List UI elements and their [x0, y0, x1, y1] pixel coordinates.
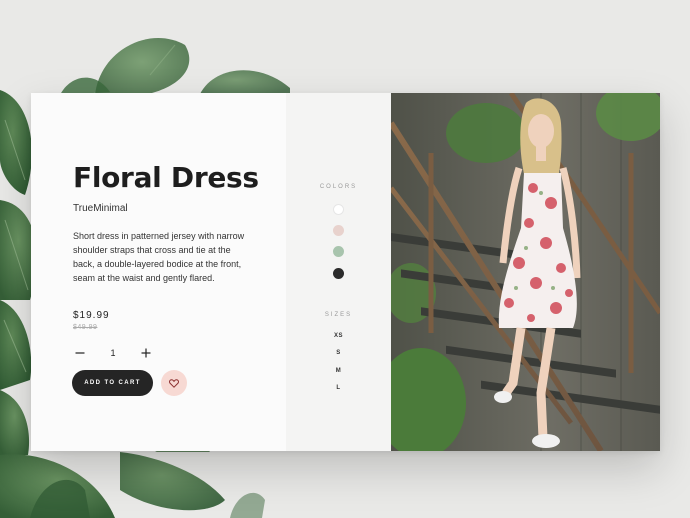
- heart-icon: [169, 378, 179, 388]
- product-description: Short dress in patterned jersey with nar…: [73, 231, 245, 283]
- color-swatch-black[interactable]: [333, 268, 344, 279]
- size-option-m[interactable]: M: [286, 368, 391, 374]
- size-option-l[interactable]: L: [286, 385, 391, 391]
- model-photo-illustration: [391, 93, 660, 451]
- product-info-panel: Floral Dress TrueMinimal Short dress in …: [31, 93, 286, 451]
- plus-icon: [141, 348, 151, 358]
- product-brand[interactable]: TrueMinimal: [73, 203, 128, 214]
- size-option-s[interactable]: S: [286, 350, 391, 356]
- color-swatch-green[interactable]: [333, 246, 344, 257]
- product-price: $19.99: [73, 310, 110, 321]
- quantity-value[interactable]: 1: [87, 348, 139, 358]
- sizes-label: SIZES: [324, 312, 353, 318]
- product-card: Floral Dress TrueMinimal Short dress in …: [31, 93, 660, 451]
- wishlist-button[interactable]: [161, 370, 187, 396]
- product-title: Floral Dress: [73, 161, 259, 194]
- product-old-price: $49.99: [73, 324, 98, 331]
- minus-icon: [75, 352, 85, 354]
- product-photo: [391, 93, 660, 451]
- colors-label: COLORS: [319, 184, 358, 190]
- increase-quantity-button[interactable]: [139, 346, 153, 360]
- size-option-xs[interactable]: XS: [286, 333, 391, 339]
- quantity-stepper: 1: [73, 346, 153, 360]
- product-options-panel: COLORS SIZES XS S M L: [286, 93, 391, 451]
- decrease-quantity-button[interactable]: [73, 346, 87, 360]
- color-swatch-white[interactable]: [333, 204, 344, 215]
- add-to-cart-button[interactable]: ADD TO CART: [72, 370, 153, 396]
- color-swatch-pink[interactable]: [333, 225, 344, 236]
